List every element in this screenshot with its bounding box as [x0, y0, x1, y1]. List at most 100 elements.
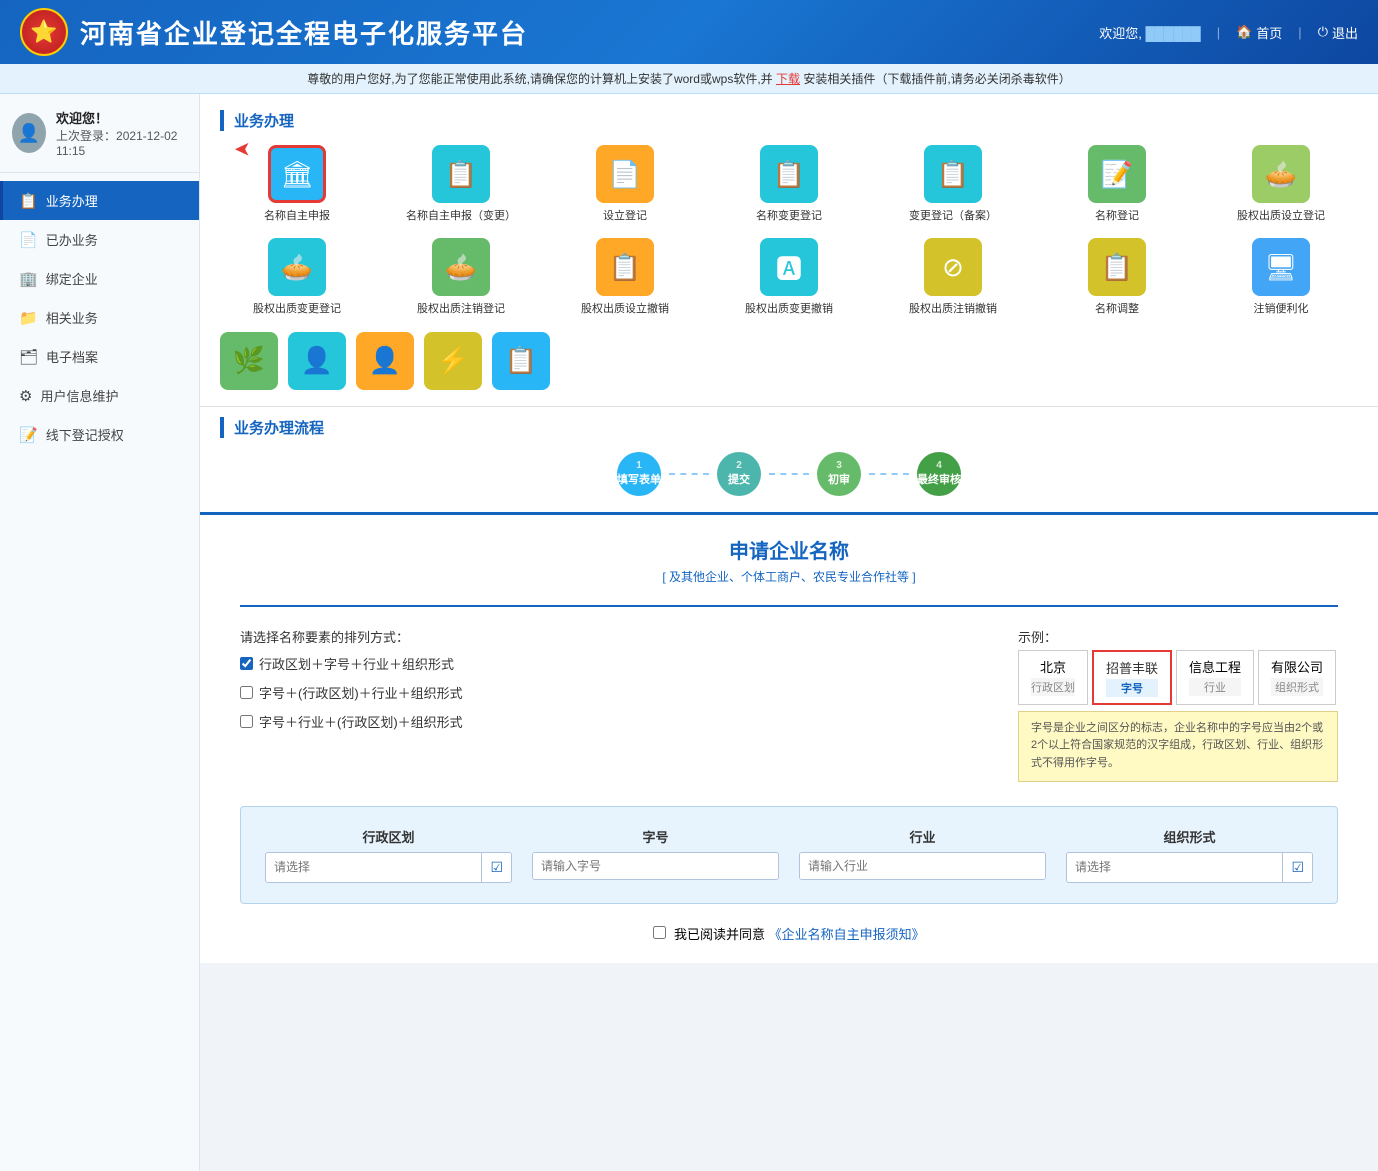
home-icon: 🏠: [1236, 24, 1252, 40]
site-title: 河南省企业登记全程电子化服务平台: [80, 14, 528, 51]
biz-setup[interactable]: 📄 设立登记: [548, 145, 702, 224]
sidebar-item-offline-label: 线下登记授权: [46, 425, 124, 444]
sidebar-item-related-label: 相关业务: [46, 308, 98, 327]
agreement-link[interactable]: 《企业名称自主申报须知》: [769, 927, 925, 942]
r3-3-icon: 👤: [356, 332, 414, 390]
region-select-btn[interactable]: ☑: [481, 853, 511, 882]
sort-option-2[interactable]: 字号＋(行政区划)＋行业＋组织形式: [240, 683, 463, 702]
biz-equity-pledge[interactable]: 🥧 股权出质设立登记: [1204, 145, 1358, 224]
sort-checkbox-1[interactable]: [240, 657, 253, 670]
sort-checkbox-2[interactable]: [240, 686, 253, 699]
name-self-icon: 🏛: [268, 145, 326, 203]
region-input[interactable]: [266, 854, 481, 880]
change-record-icon: 📋: [924, 145, 982, 203]
biz-name-register[interactable]: 📝 名称登记: [1040, 145, 1194, 224]
biz-r3-4[interactable]: ⚡: [424, 332, 482, 390]
biz-r3-5[interactable]: 📋: [492, 332, 550, 390]
biz-r3-3[interactable]: 👤: [356, 332, 414, 390]
sort-option-3[interactable]: 字号＋行业＋(行政区划)＋组织形式: [240, 712, 463, 731]
equity-cancel2-icon: ⊘: [924, 238, 982, 296]
name-self-change-label: 名称自主申报（变更）: [406, 209, 516, 224]
name-self-change-icon: 📋: [432, 145, 490, 203]
sort-options: 行政区划＋字号＋行业＋组织形式 字号＋(行政区划)＋行业＋组织形式 字号＋行业＋…: [240, 654, 463, 731]
home-link[interactable]: 🏠 首页: [1236, 23, 1282, 42]
flow-steps: 1 填写表单 2 提交 3 初审: [220, 452, 1358, 496]
name-input[interactable]: [533, 853, 778, 879]
business-section: 业务办理 ➤ 🏛 名称自主申报 📋 名称自主申报（变更） 📄 设立登记: [200, 94, 1378, 407]
sort-option-1[interactable]: 行政区划＋字号＋行业＋组织形式: [240, 654, 463, 673]
name-change-icon: 📋: [760, 145, 818, 203]
step-circle-4: 4 最终审核: [917, 452, 961, 496]
r3-1-icon: 🌿: [220, 332, 278, 390]
example-tile-name: 招普丰联 字号: [1092, 650, 1172, 705]
sidebar-item-business[interactable]: 📋 业务办理: [0, 181, 199, 220]
biz-change-record[interactable]: 📋 变更登记（备案）: [876, 145, 1030, 224]
biz-name-self-change[interactable]: 📋 名称自主申报（变更）: [384, 145, 538, 224]
sidebar-item-archive[interactable]: 🗂 电子档案: [0, 337, 199, 376]
fields-grid: 行政区划 ☑ 字号 行业: [265, 827, 1313, 883]
biz-equity-cancel[interactable]: 🥧 股权出质注销登记: [384, 238, 538, 317]
header: ⭐ 河南省企业登记全程电子化服务平台 欢迎您, ██████ | 🏠 首页 | …: [0, 0, 1378, 64]
apply-divider: [240, 605, 1338, 607]
biz-name-adjust[interactable]: 📋 名称调整: [1040, 238, 1194, 317]
sort-label: 请选择名称要素的排列方式：: [240, 626, 409, 645]
example-tile-region: 北京 行政区划: [1018, 650, 1088, 705]
agreement-text: 我已阅读并同意: [674, 927, 765, 942]
sidebar-item-bind[interactable]: 🏢 绑定企业: [0, 259, 199, 298]
field-org-label: 组织形式: [1066, 827, 1313, 846]
apply-subtitle-link[interactable]: [ 及其他企业、个体工商户、农民专业合作社等 ]: [662, 570, 915, 584]
apply-title: 申请企业名称: [240, 535, 1338, 564]
biz-equity-change2[interactable]: 🅰 股权出质变更撤销: [712, 238, 866, 317]
sort-section: 请选择名称要素的排列方式： 行政区划＋字号＋行业＋组织形式 字号＋(行政区划)＋…: [240, 627, 1338, 782]
tooltip-box: 字号是企业之间区分的标志，企业名称中的字号应当由2个或2个以上符合国家规范的汉字…: [1018, 711, 1338, 782]
bind-icon: 🏢: [19, 270, 38, 288]
field-region-label: 行政区划: [265, 827, 512, 846]
name-self-label: 名称自主申报: [264, 209, 330, 224]
logout-link[interactable]: ⏻ 退出: [1318, 23, 1358, 42]
field-name-label: 字号: [532, 827, 779, 846]
sidebar-item-offline[interactable]: 📝 线下登记授权: [0, 415, 199, 454]
biz-equity-cancel2[interactable]: ⊘ 股权出质注销撤销: [876, 238, 1030, 317]
header-nav: 欢迎您, ██████ | 🏠 首页 | ⏻ 退出: [1099, 23, 1358, 42]
business-section-title: 业务办理: [220, 110, 1358, 131]
download-link[interactable]: 下载: [776, 72, 800, 86]
biz-cancel-easy[interactable]: 🖥 注销便利化: [1204, 238, 1358, 317]
sidebar-item-done[interactable]: 📄 已办业务: [0, 220, 199, 259]
fields-section: 行政区划 ☑ 字号 行业: [240, 806, 1338, 904]
equity-cancel-icon: 🥧: [432, 238, 490, 296]
main-layout: 👤 欢迎您！ 上次登录：2021-12-02 11:15 📋 业务办理 📄 已办…: [0, 94, 1378, 1171]
industry-input[interactable]: [800, 853, 1045, 879]
equity-cancel-label: 股权出质注销登记: [417, 302, 505, 317]
sidebar-item-business-label: 业务办理: [46, 191, 98, 210]
org-select-btn[interactable]: ☑: [1282, 853, 1312, 882]
flow-step-4: 4 最终审核: [917, 452, 961, 496]
sidebar-item-archive-label: 电子档案: [46, 347, 98, 366]
cancel-easy-label: 注销便利化: [1254, 302, 1309, 317]
biz-equity-pledge2[interactable]: 📋 股权出质设立撤销: [548, 238, 702, 317]
equity-cancel2-label: 股权出质注销撤销: [909, 302, 997, 317]
flow-step-1: 1 填写表单: [617, 452, 661, 496]
biz-r3-1[interactable]: 🌿: [220, 332, 278, 390]
sidebar-user: 👤 欢迎您！ 上次登录：2021-12-02 11:15: [0, 94, 199, 173]
cancel-easy-icon: 🖥: [1252, 238, 1310, 296]
biz-r3-2[interactable]: 👤: [288, 332, 346, 390]
biz-equity-change[interactable]: 🥧 股权出质变更登记: [220, 238, 374, 317]
setup-label: 设立登记: [603, 209, 647, 224]
sort-checkbox-3[interactable]: [240, 715, 253, 728]
biz-grid-row2: 🥧 股权出质变更登记 🥧 股权出质注销登记 📋 股权出质设立撤销 🅰 股权出质变…: [220, 238, 1358, 317]
org-input[interactable]: [1067, 854, 1282, 880]
change-record-label: 变更登记（备案）: [909, 209, 997, 224]
sidebar-item-user[interactable]: ⚙ 用户信息维护: [0, 376, 199, 415]
equity-change-icon: 🥧: [268, 238, 326, 296]
field-region-input: ☑: [265, 852, 512, 883]
step-arrow-2: [769, 473, 809, 475]
apply-subtitle: [ 及其他企业、个体工商户、农民专业合作社等 ]: [240, 568, 1338, 585]
biz-name-change[interactable]: 📋 名称变更登记: [712, 145, 866, 224]
flow-section-title: 业务办理流程: [220, 417, 1358, 438]
sidebar-item-related[interactable]: 📁 相关业务: [0, 298, 199, 337]
emblem-icon: ⭐: [20, 8, 68, 56]
agreement-checkbox[interactable]: [653, 926, 666, 939]
user-icon: ⚙: [19, 387, 32, 405]
welcome-text: 欢迎您, ██████: [1099, 23, 1201, 42]
name-adjust-icon: 📋: [1088, 238, 1146, 296]
